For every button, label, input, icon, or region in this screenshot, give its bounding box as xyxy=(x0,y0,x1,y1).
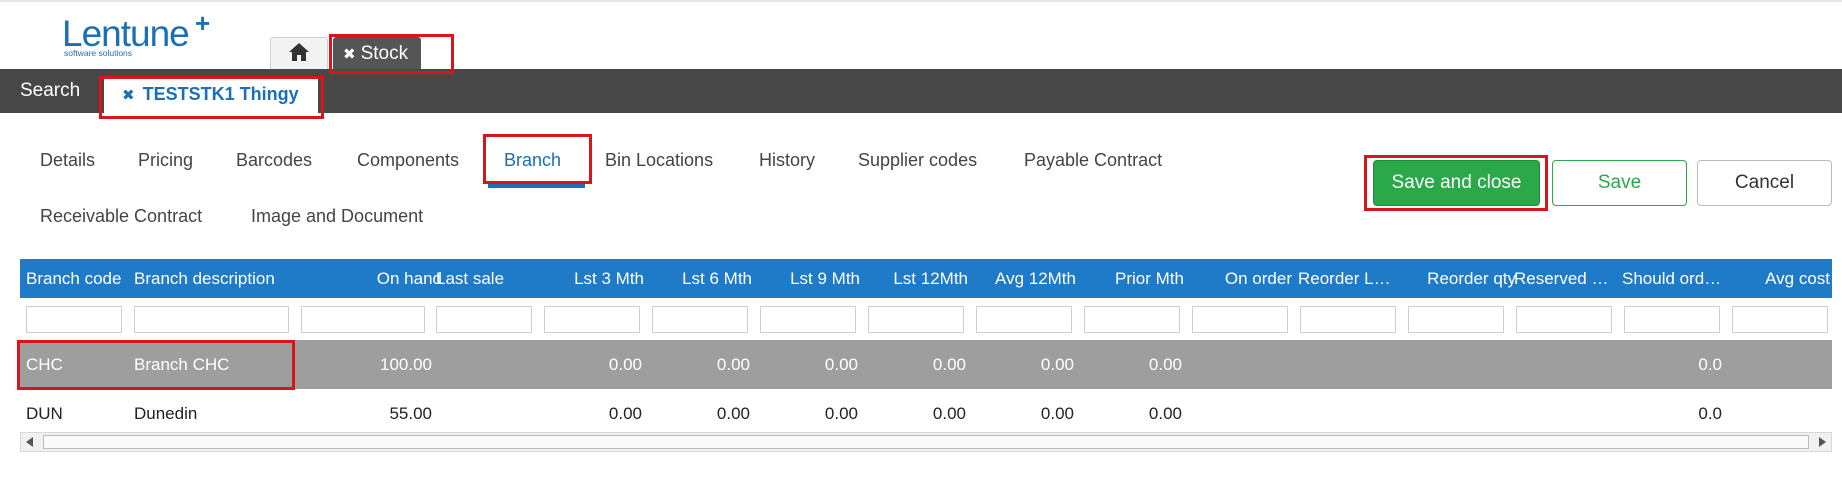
cell-lst-12-mth: 0.00 xyxy=(932,355,966,374)
scroll-right-icon[interactable] xyxy=(1819,437,1826,447)
cell-lst-6-mth: 0.00 xyxy=(716,355,750,374)
save-and-close-button[interactable]: Save and close xyxy=(1373,160,1540,206)
logo-plus: + xyxy=(195,8,211,38)
cell-should-order: 0.0 xyxy=(1698,355,1722,374)
filter-lst-3-mth[interactable] xyxy=(544,306,640,333)
filter-last-sale[interactable] xyxy=(436,306,532,333)
filter-lst-12-mth[interactable] xyxy=(868,306,964,333)
col-on-order[interactable]: On order xyxy=(1192,259,1292,298)
filter-prior-mth[interactable] xyxy=(1084,306,1180,333)
cell-lst-3-mth: 0.00 xyxy=(608,404,642,423)
top-divider xyxy=(0,0,1842,2)
cell-prior-mth: 0.00 xyxy=(1148,355,1182,374)
lentune-logo: Lentune + software solutions xyxy=(62,10,212,59)
save-button[interactable]: Save xyxy=(1552,160,1687,206)
col-lst-12-mth[interactable]: Lst 12Mth xyxy=(868,259,968,298)
cell-prior-mth: 0.00 xyxy=(1148,404,1182,423)
cell-lst-6-mth: 0.00 xyxy=(716,404,750,423)
close-icon[interactable]: ✖ xyxy=(122,86,135,104)
filter-on-hand[interactable] xyxy=(301,306,425,333)
cell-should-order: 0.0 xyxy=(1698,404,1722,423)
tab-history[interactable]: History xyxy=(759,149,815,171)
cell-avg-12-mth: 0.00 xyxy=(1040,404,1074,423)
col-last-sale[interactable]: Last sale xyxy=(436,259,536,298)
tab-barcodes[interactable]: Barcodes xyxy=(236,149,312,171)
tab-supplier-codes[interactable]: Supplier codes xyxy=(858,149,977,171)
col-branch-description[interactable]: Branch description xyxy=(134,259,298,298)
cell-on-hand: 55.00 xyxy=(389,404,432,423)
record-tab[interactable]: ✖ TESTSTK1 Thingy xyxy=(104,76,318,113)
horizontal-scrollbar[interactable] xyxy=(20,432,1832,452)
col-on-hand[interactable]: On hand xyxy=(300,259,448,298)
col-lst-9-mth[interactable]: Lst 9 Mth xyxy=(760,259,860,298)
home-tab[interactable] xyxy=(270,37,328,70)
tab-branch[interactable]: Branch xyxy=(504,149,561,171)
filter-reorder-qty[interactable] xyxy=(1408,306,1504,333)
filter-avg-cost[interactable] xyxy=(1732,306,1828,333)
home-icon xyxy=(288,42,310,67)
scrollbar-thumb[interactable] xyxy=(43,435,1809,449)
filter-branch-description[interactable] xyxy=(134,306,289,333)
cell-on-hand: 100.00 xyxy=(380,355,432,374)
stock-tab-label: Stock xyxy=(360,42,409,64)
col-reserved[interactable]: Reserved … xyxy=(1514,259,1614,298)
filter-lst-6-mth[interactable] xyxy=(652,306,748,333)
filter-should-order[interactable] xyxy=(1624,306,1720,333)
tab-bin-locations[interactable]: Bin Locations xyxy=(605,149,713,171)
stock-module-tab[interactable]: ✖ Stock xyxy=(333,37,421,70)
grid-filter-row xyxy=(20,298,1832,340)
table-row[interactable]: DUN Dunedin 55.00 0.00 0.00 0.00 0.00 0.… xyxy=(20,389,1832,438)
active-tab-indicator xyxy=(488,184,585,188)
filter-lst-9-mth[interactable] xyxy=(760,306,856,333)
filter-branch-code[interactable] xyxy=(26,306,122,333)
cell-lst-9-mth: 0.00 xyxy=(824,355,858,374)
cell-lst-3-mth: 0.00 xyxy=(608,355,642,374)
col-lst-6-mth[interactable]: Lst 6 Mth xyxy=(652,259,752,298)
record-tab-label: TESTSTK1 Thingy xyxy=(142,84,299,104)
cell-branch-code: DUN xyxy=(26,404,63,423)
col-branch-code[interactable]: Branch code xyxy=(26,259,131,298)
scroll-left-icon[interactable] xyxy=(26,437,33,447)
col-avg-12-mth[interactable]: Avg 12Mth xyxy=(976,259,1076,298)
search-tab[interactable]: Search xyxy=(20,69,80,113)
cell-branch-description: Dunedin xyxy=(134,404,198,423)
tab-image-and-document[interactable]: Image and Document xyxy=(251,205,423,227)
tab-pricing[interactable]: Pricing xyxy=(138,149,193,171)
tab-components[interactable]: Components xyxy=(357,149,459,171)
col-avg-cost[interactable]: Avg cost xyxy=(1744,259,1830,298)
col-reorder-qty[interactable]: Reorder qty xyxy=(1416,259,1516,298)
filter-reserved[interactable] xyxy=(1516,306,1612,333)
cell-avg-12-mth: 0.00 xyxy=(1040,355,1074,374)
grid-header: Branch code Branch description On hand L… xyxy=(20,259,1832,298)
tab-receivable-contract[interactable]: Receivable Contract xyxy=(40,205,202,227)
tab-payable-contract[interactable]: Payable Contract xyxy=(1024,149,1162,171)
col-lst-3-mth[interactable]: Lst 3 Mth xyxy=(544,259,644,298)
col-should-order[interactable]: Should ord… xyxy=(1622,259,1732,298)
logo-tagline: software solutions xyxy=(64,48,133,58)
col-reorder-level[interactable]: Reorder L… xyxy=(1298,259,1398,298)
filter-on-order[interactable] xyxy=(1192,306,1288,333)
cell-branch-description: Branch CHC xyxy=(134,355,230,374)
tab-details[interactable]: Details xyxy=(40,149,95,171)
cell-branch-code: CHC xyxy=(26,355,63,374)
filter-reorder-level[interactable] xyxy=(1300,306,1396,333)
close-icon[interactable]: ✖ xyxy=(343,45,356,63)
cancel-button[interactable]: Cancel xyxy=(1697,160,1832,206)
col-prior-mth[interactable]: Prior Mth xyxy=(1084,259,1184,298)
table-row[interactable]: CHC Branch CHC 100.00 0.00 0.00 0.00 0.0… xyxy=(20,340,1832,389)
cell-lst-9-mth: 0.00 xyxy=(824,404,858,423)
cell-lst-12-mth: 0.00 xyxy=(932,404,966,423)
filter-avg-12-mth[interactable] xyxy=(976,306,1072,333)
